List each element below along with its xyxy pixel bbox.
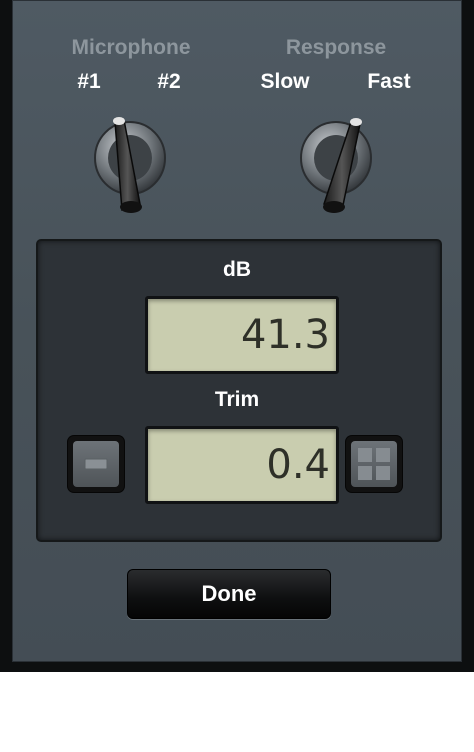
response-label: Response xyxy=(285,36,387,59)
microphone-option-1[interactable]: #1 xyxy=(66,70,112,94)
microphone-option-2[interactable]: #2 xyxy=(146,70,192,94)
plus-icon xyxy=(358,448,390,480)
response-option-fast[interactable]: Fast xyxy=(358,70,420,94)
done-button[interactable]: Done xyxy=(127,569,331,619)
microphone-label: Microphone xyxy=(71,36,191,59)
minus-icon xyxy=(84,458,108,470)
db-readout: 41.3 xyxy=(145,296,339,374)
response-option-slow[interactable]: Slow xyxy=(252,70,318,94)
microphone-toggle-switch[interactable] xyxy=(92,100,168,216)
trim-decrease-button[interactable] xyxy=(68,436,124,492)
trim-increase-button[interactable] xyxy=(346,436,402,492)
trim-label: Trim xyxy=(214,388,260,411)
response-toggle-switch[interactable] xyxy=(298,100,374,216)
db-label: dB xyxy=(223,258,251,281)
trim-readout: 0.4 xyxy=(145,426,339,504)
